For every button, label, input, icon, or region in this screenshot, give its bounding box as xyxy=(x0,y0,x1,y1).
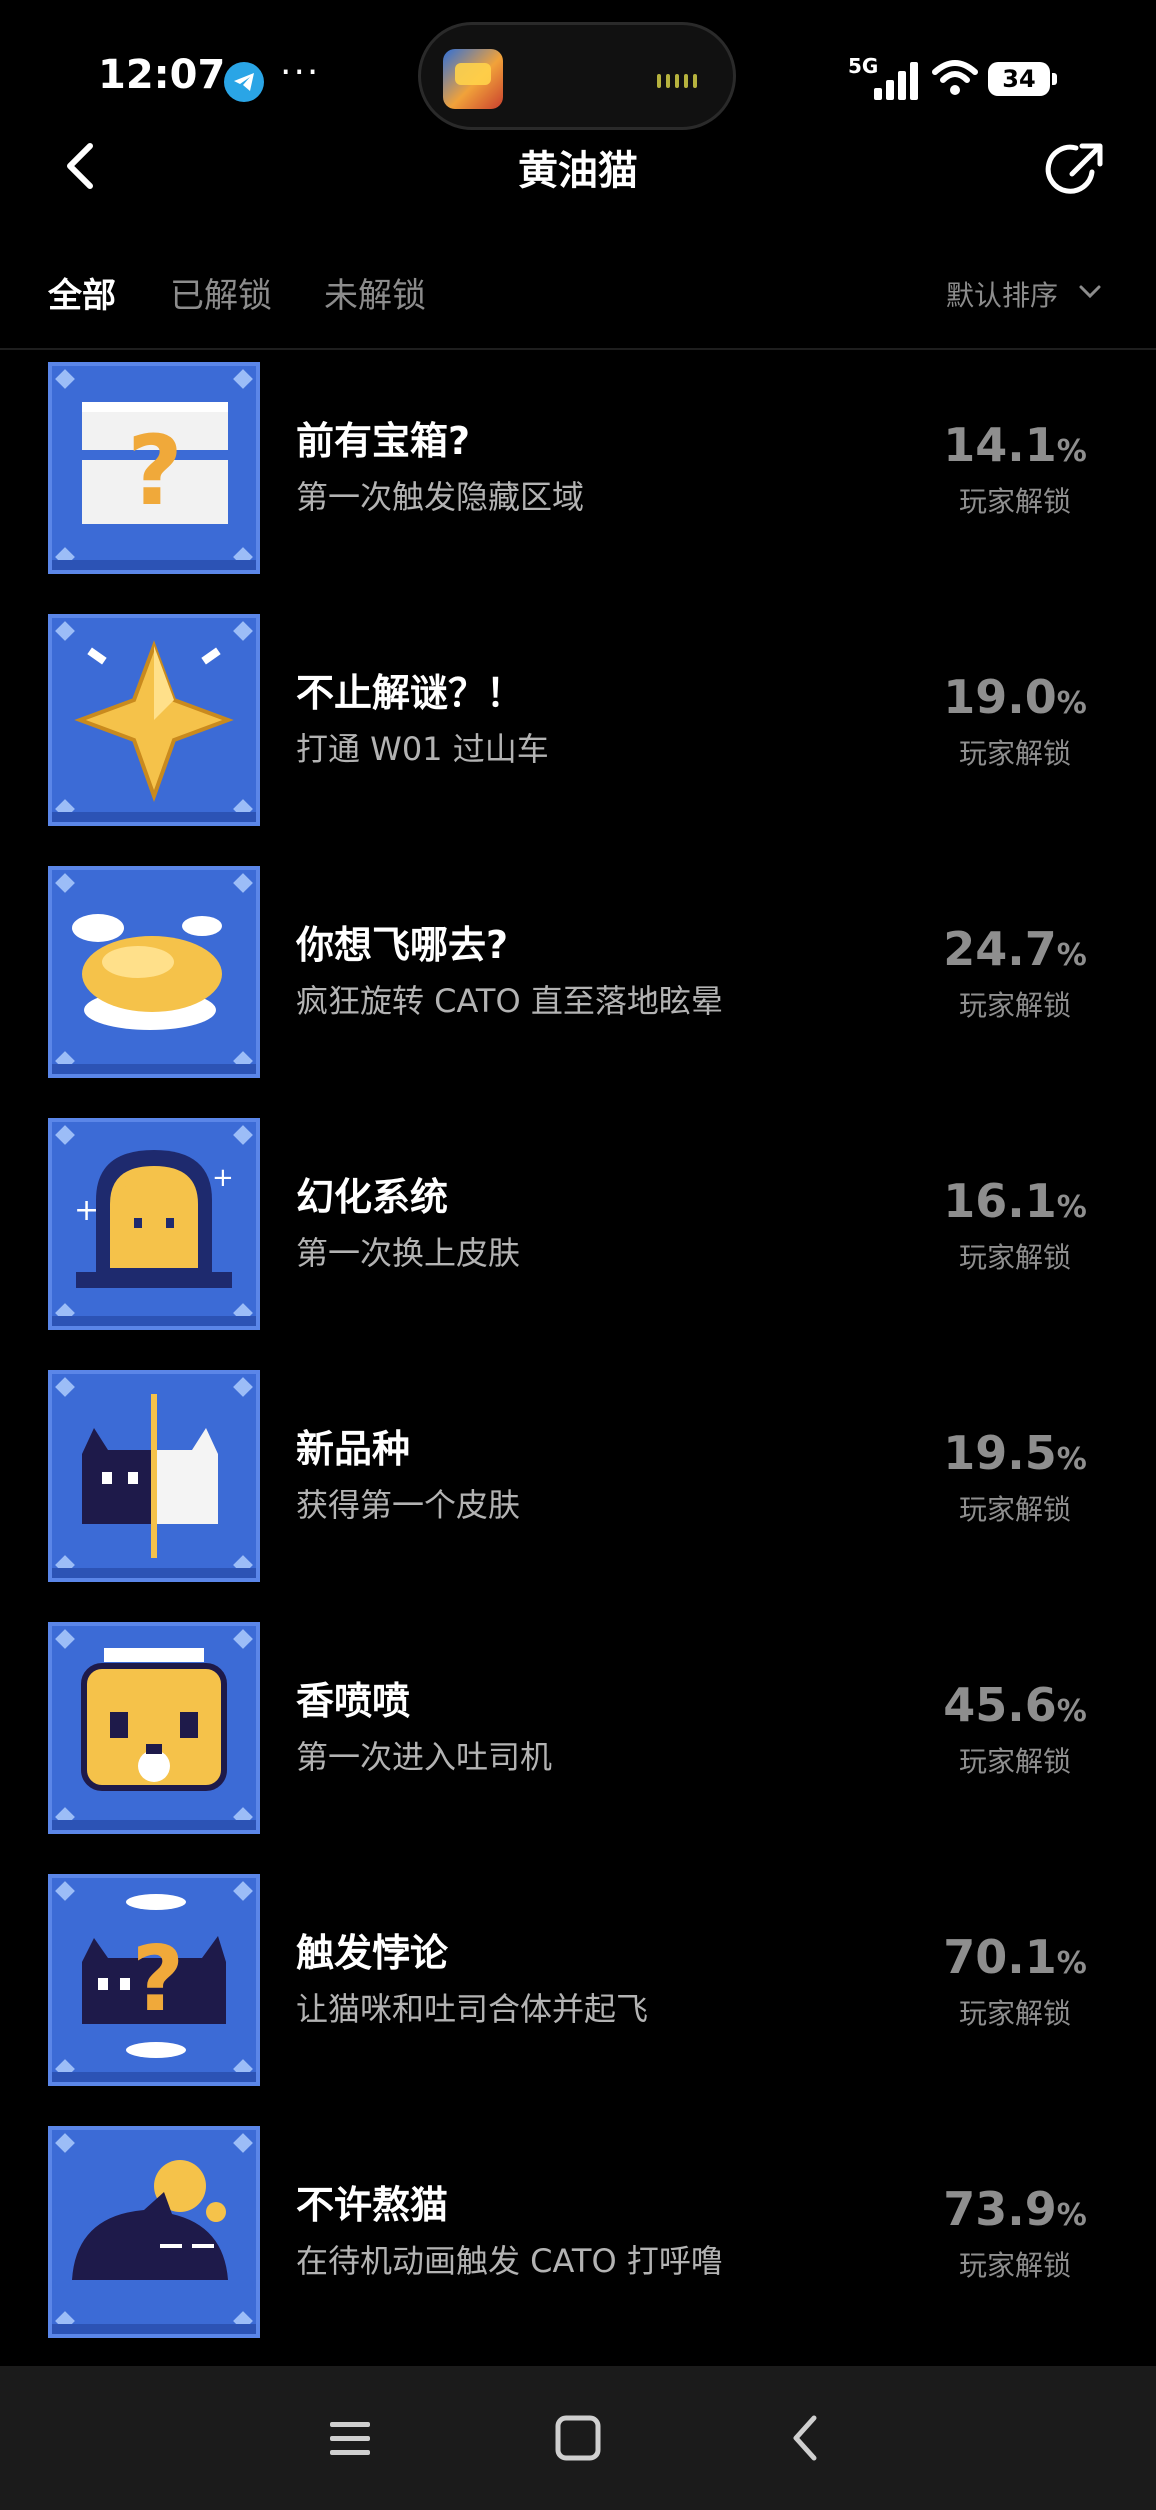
achievement-desc: 打通 W01 过山车 xyxy=(296,730,549,768)
more-notifications-icon: ··· xyxy=(280,52,321,93)
system-nav-bar xyxy=(0,2366,1156,2510)
achievement-row[interactable]: 不许熬猫 在待机动画触发 CATO 打呼噜 73.9% 玩家解锁 xyxy=(0,2126,1156,2340)
home-square-icon[interactable] xyxy=(546,2406,610,2470)
achievement-desc: 让猫咪和吐司合体并起飞 xyxy=(296,1990,649,2028)
achievement-desc: 获得第一个皮肤 xyxy=(296,1486,521,1524)
signal-group: 5G 34 xyxy=(848,54,1058,104)
status-bar: 12:07 ··· 5G 34 xyxy=(0,0,1156,140)
achievement-row[interactable]: ? 前有宝箱? 第一次触发隐藏区域 14.1% 玩家解锁 xyxy=(0,362,1156,576)
achievement-sub: 玩家解锁 xyxy=(958,1241,1071,1274)
tab-all[interactable]: 全部 xyxy=(48,268,116,317)
toast-face-icon xyxy=(48,1622,260,1834)
tabs-divider xyxy=(0,348,1156,350)
back-chevron-icon[interactable] xyxy=(774,2406,838,2470)
page-title: 黄油猫 xyxy=(518,148,638,194)
paradox-cat-icon: ? xyxy=(48,1874,260,2086)
achievement-desc: 第一次触发隐藏区域 xyxy=(296,478,585,516)
achievement-row[interactable]: 你想飞哪去? 疯狂旋转 CATO 直至落地眩晕 24.7% 玩家解锁 xyxy=(0,866,1156,1080)
achievement-sub: 玩家解锁 xyxy=(958,1493,1071,1526)
cat-portal-icon: + + xyxy=(48,1118,260,1330)
achievement-desc: 第一次进入吐司机 xyxy=(296,1738,553,1776)
achievement-sub: 玩家解锁 xyxy=(958,1745,1071,1778)
achievement-sub: 玩家解锁 xyxy=(958,1997,1071,2030)
cell-signal-icon xyxy=(874,60,920,100)
achievement-percent: 14.1% xyxy=(943,418,1087,472)
achievement-title: 前有宝箱? xyxy=(296,419,471,463)
achievement-title: 不止解谜？！ xyxy=(296,671,525,715)
filter-tabs: 全部 已解锁 未解锁 默认排序 xyxy=(0,262,1156,342)
achievement-sub: 玩家解锁 xyxy=(958,2249,1071,2282)
sleeping-cat-icon xyxy=(48,2126,260,2338)
achievement-percent: 73.9% xyxy=(943,2182,1087,2236)
sort-dropdown[interactable]: 默认排序 xyxy=(946,274,1058,314)
telegram-icon xyxy=(224,62,264,102)
svg-text:+: + xyxy=(212,1163,234,1193)
achievement-desc: 第一次换上皮肤 xyxy=(296,1234,521,1272)
split-cat-icon xyxy=(48,1370,260,1582)
status-time: 12:07 xyxy=(98,52,226,98)
achievement-sub: 玩家解锁 xyxy=(958,737,1071,770)
chevron-down-icon[interactable] xyxy=(1078,284,1102,300)
achievement-percent: 19.0% xyxy=(943,670,1087,724)
achievement-title: 触发悖论 xyxy=(296,1931,449,1975)
treasure-chest-icon: ? xyxy=(48,362,260,574)
achievement-percent: 16.1% xyxy=(943,1174,1087,1228)
header: 黄油猫 xyxy=(0,130,1156,210)
svg-text:+: + xyxy=(74,1193,99,1228)
achievement-row[interactable]: + + 幻化系统 第一次换上皮肤 16.1% 玩家解锁 xyxy=(0,1118,1156,1332)
achievement-desc: 疯狂旋转 CATO 直至落地眩晕 xyxy=(296,982,723,1020)
achievement-row[interactable]: ? 触发悖论 让猫咪和吐司合体并起飞 70.1% 玩家解锁 xyxy=(0,1874,1156,2088)
achievement-percent: 45.6% xyxy=(943,1678,1087,1732)
battery-indicator: 34 xyxy=(988,62,1057,96)
achievements-page: 12:07 ··· 5G 34 黄油猫 全部 已解锁 未解锁 默认排序 ? 前有… xyxy=(0,0,1156,2510)
achievement-title: 你想飞哪去? xyxy=(296,923,509,967)
tab-unlocked[interactable]: 已解锁 xyxy=(170,268,272,317)
achievement-row[interactable]: 不止解谜？！ 打通 W01 过山车 19.0% 玩家解锁 xyxy=(0,614,1156,828)
battery-level: 34 xyxy=(1002,65,1036,93)
tab-locked[interactable]: 未解锁 xyxy=(324,268,426,317)
achievement-percent: 24.7% xyxy=(943,922,1087,976)
achievement-sub: 玩家解锁 xyxy=(958,485,1071,518)
dynamic-island[interactable] xyxy=(418,22,736,130)
wifi-icon xyxy=(932,60,978,95)
share-icon[interactable] xyxy=(1040,134,1112,206)
achievement-row[interactable]: 香喷喷 第一次进入吐司机 45.6% 玩家解锁 xyxy=(0,1622,1156,1836)
svg-text:?: ? xyxy=(127,415,183,527)
achievement-title: 不许熬猫 xyxy=(296,2183,449,2227)
achievement-title: 香喷喷 xyxy=(296,1679,411,1723)
svg-text:?: ? xyxy=(132,1927,184,2032)
menu-icon[interactable] xyxy=(318,2406,382,2470)
achievement-percent: 70.1% xyxy=(943,1930,1087,1984)
cloud-toast-icon xyxy=(48,866,260,1078)
achievement-title: 新品种 xyxy=(296,1427,411,1471)
star-icon xyxy=(48,614,260,826)
achievement-row[interactable]: 新品种 获得第一个皮肤 19.5% 玩家解锁 xyxy=(0,1370,1156,1584)
achievement-sub: 玩家解锁 xyxy=(958,989,1071,1022)
audio-wave-icon xyxy=(657,73,707,88)
achievement-percent: 19.5% xyxy=(943,1426,1087,1480)
achievement-desc: 在待机动画触发 CATO 打呼噜 xyxy=(296,2242,723,2280)
game-app-icon xyxy=(443,49,503,109)
achievement-title: 幻化系统 xyxy=(296,1175,449,1219)
